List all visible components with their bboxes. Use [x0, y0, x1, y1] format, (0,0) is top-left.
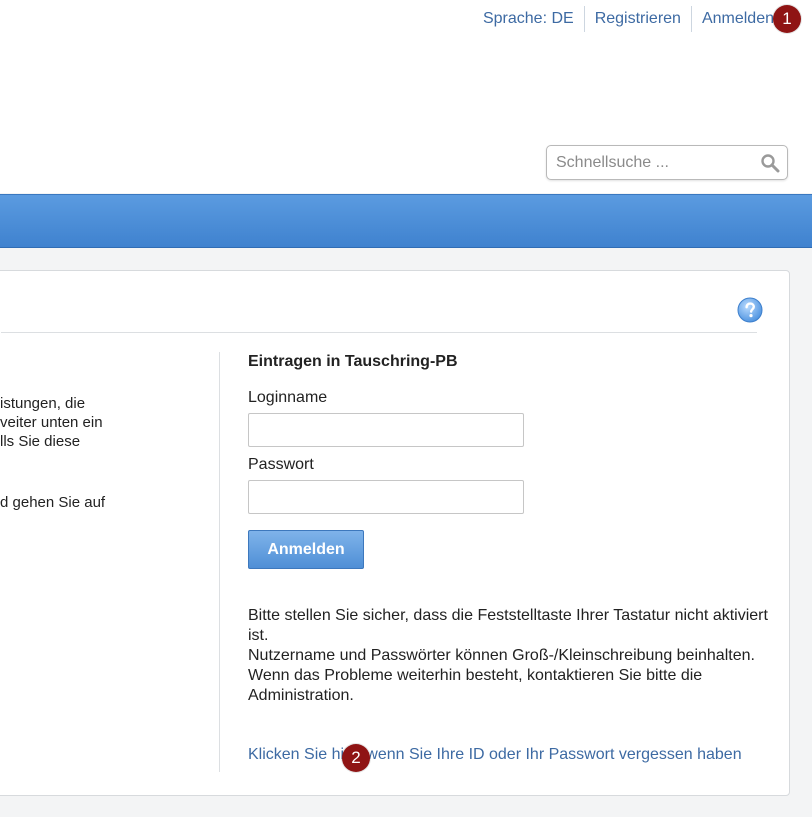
help-icon[interactable] — [737, 297, 763, 323]
hint-capslock: Bitte stellen Sie sicher, dass die Fests… — [248, 607, 768, 644]
login-form-title: Eintragen in Tauschring-PB — [248, 353, 458, 370]
login-hints: Bitte stellen Sie sicher, dass die Fests… — [248, 606, 768, 706]
search-icon[interactable] — [760, 153, 780, 173]
password-label: Passwort — [248, 456, 314, 473]
intro-text-line: lls Sie diese — [0, 433, 81, 450]
hint-contact-admin: Wenn das Probleme weiterhin besteht, kon… — [248, 667, 703, 704]
main-navigation-bar — [0, 194, 812, 248]
register-link[interactable]: Registrieren — [585, 6, 691, 32]
quick-search-input[interactable] — [556, 152, 746, 174]
hint-case-sensitive: Nutzername und Passwörter können Groß-/K… — [248, 647, 755, 664]
intro-text-line: veiter unten ein — [0, 414, 103, 431]
language-link[interactable]: Sprache: DE — [473, 6, 584, 32]
intro-text-line: d gehen Sie auf — [0, 494, 106, 511]
password-field[interactable] — [248, 480, 524, 514]
quick-search-box[interactable] — [546, 145, 788, 180]
login-link[interactable]: Anmelden — [692, 6, 784, 32]
loginname-label: Loginname — [248, 389, 328, 406]
step-badge-2: 2 — [342, 744, 370, 772]
panel-header-divider — [1, 332, 757, 333]
top-links: Sprache: DE Registrieren Anmelden — [473, 6, 784, 32]
loginname-field[interactable] — [248, 413, 524, 447]
step-badge-1: 1 — [773, 5, 801, 33]
login-panel — [0, 270, 790, 796]
forgot-password-link[interactable]: Klicken Sie hier, wenn Sie Ihre ID oder … — [248, 746, 742, 764]
column-divider — [219, 352, 220, 772]
intro-text-line: istungen, die — [0, 395, 86, 412]
login-submit-button[interactable]: Anmelden — [248, 530, 364, 569]
